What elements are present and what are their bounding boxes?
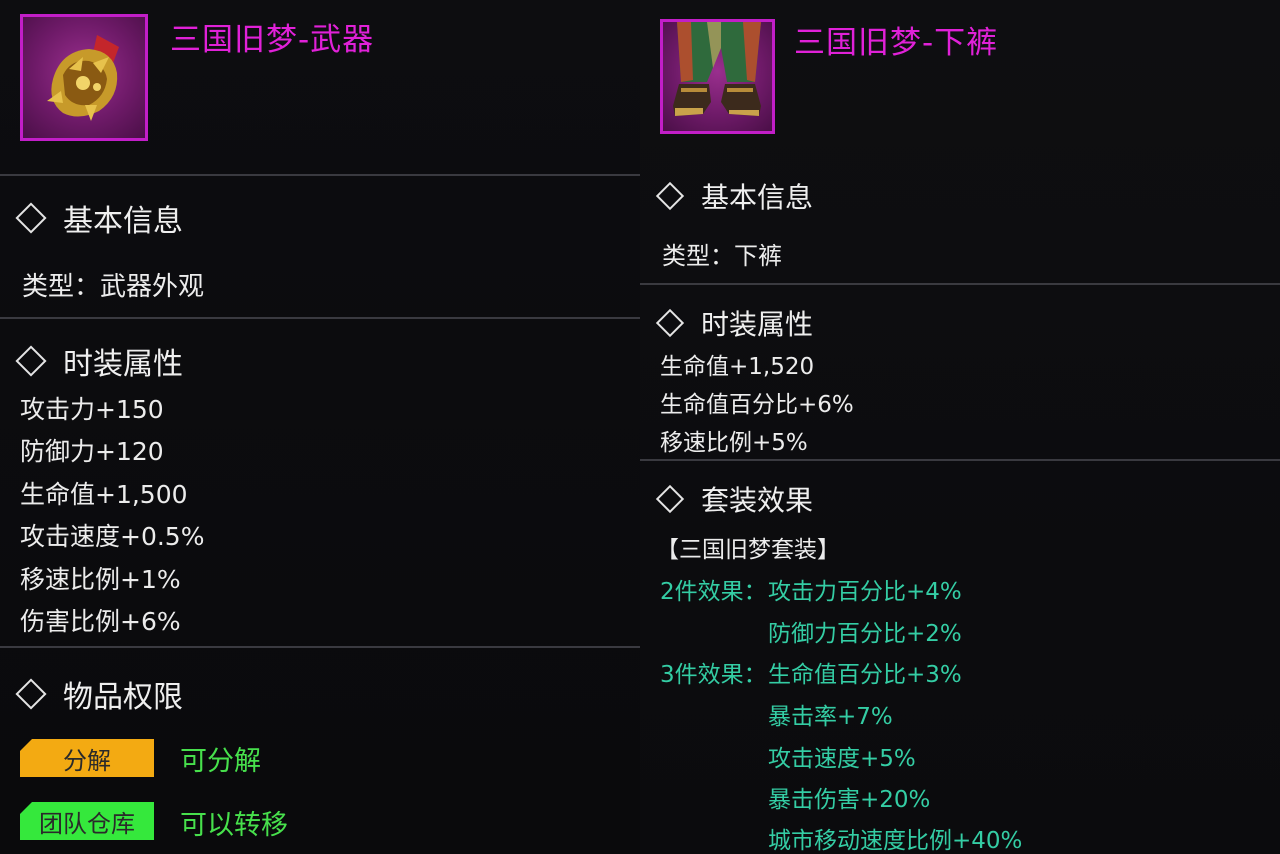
diamond-icon bbox=[655, 181, 685, 211]
set-effect-row: 城市移动速度比例+40% bbox=[768, 828, 1023, 854]
attribute-row: 攻击力+150 bbox=[20, 395, 164, 424]
diamond-icon bbox=[15, 678, 47, 710]
permissions-header: 物品权限 bbox=[15, 672, 183, 716]
attribute-row: 生命值+1,520 bbox=[660, 354, 815, 380]
section-title: 时装属性 bbox=[63, 347, 183, 382]
section-divider bbox=[0, 174, 640, 176]
set-effect-row: 攻击力百分比+4% bbox=[768, 579, 962, 605]
type-label: 类型： bbox=[662, 242, 734, 270]
team-storage-tag: 团队仓库 bbox=[20, 802, 154, 840]
set-effect-row: 防御力百分比+2% bbox=[768, 621, 962, 647]
attributes-header: 时装属性 bbox=[655, 303, 814, 343]
item-type-row: 类型：武器外观 bbox=[22, 266, 204, 303]
attributes-header: 时装属性 bbox=[15, 339, 183, 383]
item-type-row: 类型：下裤 bbox=[662, 236, 782, 271]
pants-boots-icon bbox=[673, 22, 761, 116]
set-name: 【三国旧梦套装】 bbox=[656, 537, 840, 563]
dismantle-status: 可分解 bbox=[180, 746, 261, 777]
set-effect-header: 套装效果 bbox=[655, 479, 814, 519]
dismantle-tag: 分解 bbox=[20, 739, 154, 777]
weapon-gauntlet-icon bbox=[47, 35, 119, 121]
diamond-icon bbox=[15, 345, 47, 377]
section-title: 基本信息 bbox=[63, 204, 183, 239]
attribute-row: 移速比例+1% bbox=[20, 565, 181, 594]
section-divider bbox=[0, 646, 640, 648]
basic-info-header: 基本信息 bbox=[15, 196, 183, 240]
type-value: 下裤 bbox=[734, 242, 782, 270]
attribute-row: 生命值百分比+6% bbox=[660, 392, 854, 418]
type-label: 类型： bbox=[22, 272, 101, 302]
diamond-icon bbox=[655, 308, 685, 338]
set-effect-row: 暴击伤害+20% bbox=[768, 787, 931, 813]
type-value: 武器外观 bbox=[100, 272, 205, 302]
attribute-row: 攻击速度+0.5% bbox=[20, 522, 205, 551]
section-title: 时装属性 bbox=[701, 308, 814, 341]
set-effect-row: 攻击速度+5% bbox=[768, 746, 916, 772]
section-title: 基本信息 bbox=[701, 181, 814, 214]
team-storage-status: 可以转移 bbox=[180, 810, 288, 841]
item-title: 三国旧梦-下裤 bbox=[794, 25, 999, 61]
section-divider bbox=[640, 459, 1280, 461]
section-title: 物品权限 bbox=[63, 680, 183, 715]
set-effect-row: 生命值百分比+3% bbox=[768, 662, 962, 688]
attribute-row: 移速比例+5% bbox=[660, 430, 808, 456]
pants-item-icon[interactable] bbox=[660, 19, 775, 134]
pants-tooltip-panel: 三国旧梦-下裤 基本信息 类型：下裤 时装属性 生命值+1,520 生命值百分比… bbox=[640, 0, 1280, 854]
section-divider bbox=[0, 317, 640, 319]
attribute-row: 生命值+1,500 bbox=[20, 480, 188, 509]
attribute-row: 伤害比例+6% bbox=[20, 607, 181, 636]
weapon-item-icon[interactable] bbox=[20, 14, 148, 141]
set-tier-label: 2件效果： bbox=[660, 579, 767, 605]
item-title: 三国旧梦-武器 bbox=[170, 22, 375, 58]
set-effect-row: 暴击率+7% bbox=[768, 704, 893, 730]
weapon-tooltip-panel: 三国旧梦-武器 基本信息 类型：武器外观 时装属性 攻击力+150 防御力+12… bbox=[0, 0, 640, 854]
attribute-row: 防御力+120 bbox=[20, 437, 164, 466]
section-divider bbox=[640, 283, 1280, 285]
section-title: 套装效果 bbox=[701, 484, 814, 517]
diamond-icon bbox=[15, 202, 47, 234]
diamond-icon bbox=[655, 484, 685, 514]
basic-info-header: 基本信息 bbox=[655, 176, 814, 216]
set-tier-label: 3件效果： bbox=[660, 662, 767, 688]
